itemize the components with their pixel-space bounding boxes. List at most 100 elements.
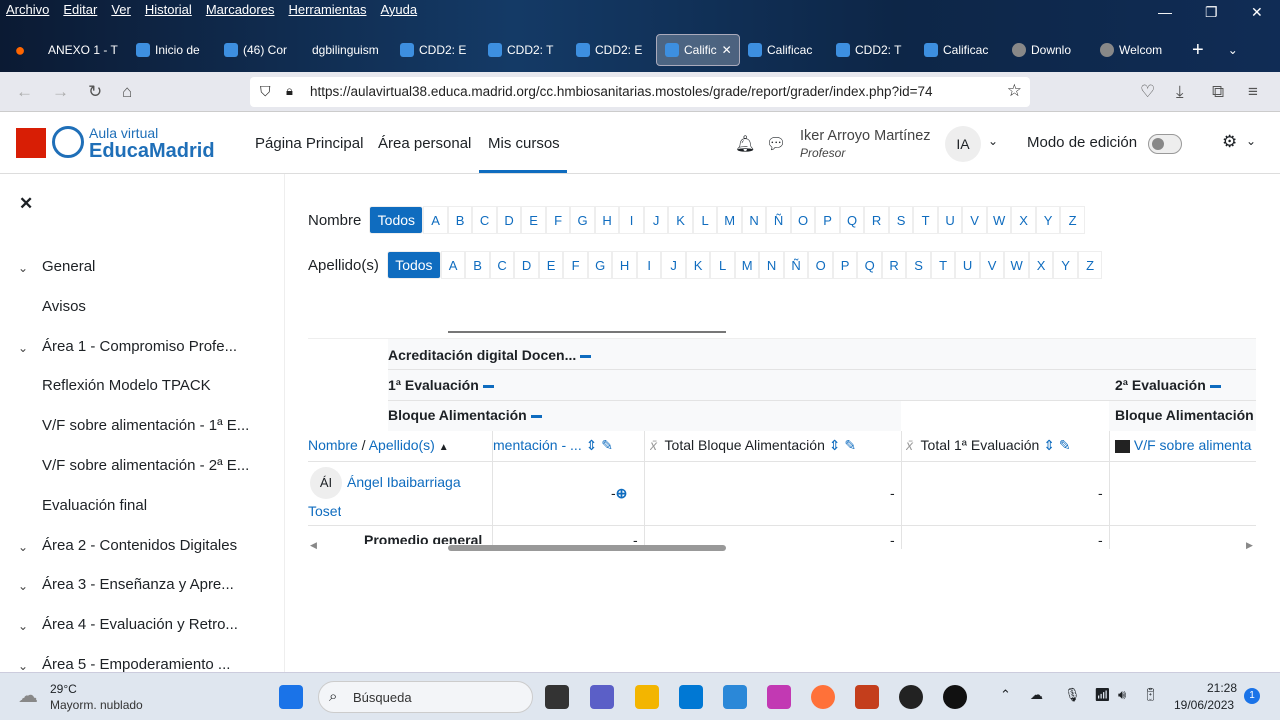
scroll-left-icon[interactable]: ◀ [310, 540, 317, 551]
nav-pagina-principal[interactable]: Página Principal [255, 135, 363, 152]
tab[interactable]: Inicio de [128, 34, 216, 66]
filter-letter-L[interactable]: L [692, 206, 718, 234]
filter-letter-T[interactable]: T [913, 206, 938, 234]
scroll-right-icon[interactable]: ▶ [1246, 540, 1253, 551]
sort-by-name[interactable]: Nombre [308, 437, 358, 453]
bell-icon[interactable]: 🔔︎ [735, 134, 755, 154]
filter-letter-P[interactable]: P [832, 251, 858, 279]
chevron-down-icon[interactable]: ⌄ [18, 261, 28, 275]
powerpoint-icon[interactable] [855, 685, 879, 709]
total-block-header[interactable]: x̄ Total Bloque Alimentación ⇕ ✎ [650, 437, 856, 454]
back-icon[interactable]: ← [16, 82, 33, 102]
new-tab-icon[interactable]: + [1192, 39, 1204, 62]
filter-letter-H[interactable]: H [612, 251, 637, 279]
task-view-icon[interactable] [545, 685, 569, 709]
filter-letter-K[interactable]: K [685, 251, 711, 279]
grade-cell[interactable]: - [890, 485, 895, 501]
filter-letter-Q[interactable]: Q [839, 206, 865, 234]
weather-temp[interactable]: 29°C [50, 682, 77, 696]
pocket-icon[interactable]: ♡ [1140, 82, 1155, 102]
tab[interactable]: CDD2: T [480, 34, 568, 66]
menu-marcadores[interactable]: Marcadores [206, 2, 275, 17]
filter-letter-J[interactable]: J [661, 251, 686, 279]
filter-letter-X[interactable]: X [1011, 206, 1036, 234]
collapse-icon[interactable] [1209, 384, 1221, 388]
onedrive-icon[interactable]: ☁ [1030, 687, 1043, 703]
filter-letter-S[interactable]: S [888, 206, 914, 234]
windows-start-icon[interactable] [279, 685, 303, 709]
filter-letter-Ñ[interactable]: Ñ [766, 206, 791, 234]
taskbar-search[interactable]: ⌕ Búsqueda [318, 681, 533, 713]
teams-icon[interactable] [590, 685, 614, 709]
course-index-item[interactable]: General [42, 258, 95, 275]
gear-icon[interactable]: ⚙ [1222, 132, 1237, 152]
clock-time[interactable]: 21:28 [1207, 681, 1237, 695]
filter-letter-R[interactable]: R [881, 251, 907, 279]
tab[interactable]: (46) Cor [216, 34, 304, 66]
menu-ayuda[interactable]: Ayuda [380, 2, 417, 17]
filter-letter-E[interactable]: E [521, 206, 546, 234]
media-player-icon[interactable] [943, 685, 967, 709]
filter-letter-Y[interactable]: Y [1053, 251, 1078, 279]
menu-ver[interactable]: Ver [111, 2, 131, 17]
wifi-icon[interactable]: 📶︎ [1094, 687, 1111, 703]
volume-icon[interactable]: 🔊︎ [1118, 687, 1126, 703]
filter-letter-W[interactable]: W [986, 206, 1012, 234]
tab[interactable]: Calificac [916, 34, 1004, 66]
filter-letter-B[interactable]: B [465, 251, 490, 279]
top-scrollbar[interactable] [448, 331, 726, 333]
filter-letter-O[interactable]: O [790, 206, 816, 234]
menu-icon[interactable]: ≡ [1248, 82, 1258, 102]
tab[interactable]: CDD2: T [828, 34, 916, 66]
microphone-icon[interactable]: 🎙︎ [1064, 687, 1081, 703]
horizontal-scrollbar[interactable] [448, 545, 726, 551]
clock-date[interactable]: 19/06/2023 [1174, 698, 1234, 712]
chevron-down-icon[interactable]: ⌄ [1246, 134, 1256, 148]
filter-letter-F[interactable]: F [545, 206, 571, 234]
collapse-icon[interactable] [530, 414, 542, 418]
obs-icon[interactable] [899, 685, 923, 709]
filter-letter-J[interactable]: J [643, 206, 669, 234]
edit-pencil-icon[interactable]: ✎ [1059, 437, 1071, 453]
filter-letter-Q[interactable]: Q [857, 251, 882, 279]
tab[interactable]: dgbilinguism [304, 34, 392, 66]
grade-cell[interactable]: -⊕ [611, 485, 627, 502]
forward-icon[interactable]: → [52, 82, 69, 102]
course-index-item[interactable]: Área 1 - Compromiso Profe... [42, 338, 237, 355]
chevron-down-icon[interactable]: ⌄ [988, 134, 998, 148]
filter-letter-Y[interactable]: Y [1035, 206, 1061, 234]
filter-letter-V[interactable]: V [979, 251, 1005, 279]
filter-letter-D[interactable]: D [496, 206, 522, 234]
filter-letter-K[interactable]: K [668, 206, 693, 234]
messages-icon[interactable]: 💬︎ [766, 134, 786, 154]
firefox-icon[interactable]: ● [0, 40, 40, 61]
filter-letter-E[interactable]: E [538, 251, 564, 279]
filter-letter-U[interactable]: U [937, 206, 963, 234]
filter-letter-N[interactable]: N [759, 251, 784, 279]
tab[interactable]: ANEXO 1 - T [40, 34, 128, 66]
avatar[interactable]: IA [945, 126, 981, 162]
filter-letter-M[interactable]: M [734, 251, 760, 279]
filter-letter-P[interactable]: P [815, 206, 840, 234]
filter-letter-A[interactable]: A [423, 206, 448, 234]
url-bar[interactable]: ⛉ 🔒︎ https://aulavirtual38.educa.madrid.… [250, 77, 1030, 107]
file-explorer-icon[interactable] [635, 685, 659, 709]
course-index-item[interactable]: Área 4 - Evaluación y Retro... [42, 616, 238, 633]
bookmark-star-icon[interactable]: ☆ [1007, 81, 1022, 101]
logo-text-bottom[interactable]: EducaMadrid [89, 140, 215, 163]
collapse-icon[interactable] [580, 354, 592, 358]
menu-archivo[interactable]: Archivo [6, 2, 49, 17]
edit-pencil-icon[interactable]: ✎ [844, 437, 856, 453]
close-window-icon[interactable]: ✕ [1251, 4, 1263, 21]
firefox-taskbar-icon[interactable] [811, 685, 835, 709]
shield-icon[interactable]: ⛉ [260, 83, 271, 100]
student-name-link[interactable]: Ángel Ibaibarriaga [347, 474, 461, 490]
filter-letter-U[interactable]: U [955, 251, 980, 279]
course-index-item[interactable]: V/F sobre alimentación - 2ª E... [42, 457, 249, 474]
filter-letter-R[interactable]: R [864, 206, 889, 234]
sort-by-surname[interactable]: Apellido(s) [369, 437, 435, 453]
filter-letter-G[interactable]: G [587, 251, 613, 279]
tab[interactable]: Welcom [1092, 34, 1180, 66]
filter-letter-C[interactable]: C [472, 206, 497, 234]
filter-letter-A[interactable]: A [440, 251, 466, 279]
